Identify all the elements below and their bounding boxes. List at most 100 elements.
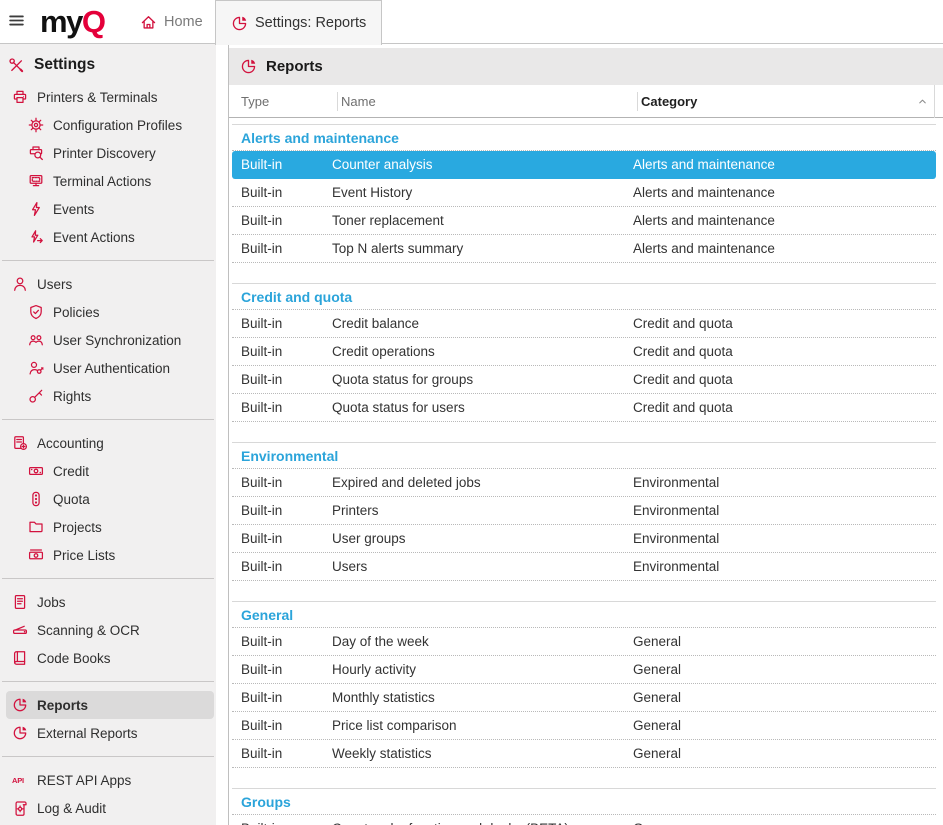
hamburger-icon[interactable] bbox=[8, 12, 25, 29]
table-row[interactable]: Built-inWeekly statisticsGeneral bbox=[232, 740, 936, 768]
table-row[interactable]: Built-inHourly activityGeneral bbox=[232, 656, 936, 684]
sidebar-item-events[interactable]: Events bbox=[6, 195, 214, 223]
sort-ascending-icon[interactable] bbox=[916, 95, 929, 108]
cell-category: Environmental bbox=[633, 475, 936, 490]
pie-chart-icon bbox=[231, 15, 248, 32]
cell-type: Built-in bbox=[232, 531, 332, 546]
sidebar-item-label: Price Lists bbox=[53, 548, 115, 563]
cell-category: Credit and quota bbox=[633, 372, 936, 387]
table-row[interactable]: Built-inCounters by function and duplex(… bbox=[232, 815, 936, 825]
sidebar-divider bbox=[2, 260, 214, 261]
sidebar-item-event-actions[interactable]: Event Actions bbox=[6, 223, 214, 251]
table-header: Type Name Category bbox=[229, 85, 943, 118]
sidebar-item-user-authentication[interactable]: User Authentication bbox=[6, 354, 214, 382]
table-right-divider bbox=[934, 85, 935, 118]
report-groups: Alerts and maintenanceBuilt-inCounter an… bbox=[232, 124, 936, 825]
sidebar-item-label: Configuration Profiles bbox=[53, 118, 182, 133]
sidebar-item-label: Log & Audit bbox=[37, 801, 106, 816]
sidebar-item-printer-discovery[interactable]: Printer Discovery bbox=[6, 139, 214, 167]
sidebar-item-log-audit[interactable]: Log & Audit bbox=[6, 794, 214, 822]
sidebar-item-jobs[interactable]: Jobs bbox=[6, 588, 214, 616]
sidebar-item-label: User Synchronization bbox=[53, 333, 181, 348]
sidebar-item-printers-terminals[interactable]: Printers & Terminals bbox=[6, 83, 214, 111]
cell-category: Alerts and maintenance bbox=[633, 213, 936, 228]
table-row[interactable]: Built-inExpired and deleted jobsEnvironm… bbox=[232, 469, 936, 497]
table-row[interactable]: Built-inQuota status for groupsCredit an… bbox=[232, 366, 936, 394]
cell-name: Credit operations bbox=[332, 344, 633, 359]
scroll-icon bbox=[12, 800, 28, 816]
table-row[interactable]: Built-inMonthly statisticsGeneral bbox=[232, 684, 936, 712]
table-row[interactable]: Built-inPrintersEnvironmental bbox=[232, 497, 936, 525]
logo-text-black: my bbox=[40, 4, 82, 39]
sidebar-item-users[interactable]: Users bbox=[6, 270, 214, 298]
column-header-category[interactable]: Category bbox=[641, 94, 697, 109]
sidebar-item-code-books[interactable]: Code Books bbox=[6, 644, 214, 672]
sidebar-item-rights[interactable]: Rights bbox=[6, 382, 214, 410]
terminal-icon bbox=[28, 173, 44, 189]
table-row[interactable]: Built-inCredit operationsCredit and quot… bbox=[232, 338, 936, 366]
sidebar-item-price-lists[interactable]: Price Lists bbox=[6, 541, 214, 569]
cell-category: General bbox=[633, 690, 936, 705]
cell-name: Counter analysis bbox=[332, 157, 633, 172]
cell-name: Expired and deleted jobs bbox=[332, 475, 633, 490]
sidebar-item-user-synchronization[interactable]: User Synchronization bbox=[6, 326, 214, 354]
sidebar-item-policies[interactable]: Policies bbox=[6, 298, 214, 326]
sidebar-item-rest-api-apps[interactable]: APIREST API Apps bbox=[6, 766, 214, 794]
cell-category: Environmental bbox=[633, 559, 936, 574]
table-row[interactable]: Built-inEvent HistoryAlerts and maintena… bbox=[232, 179, 936, 207]
sidebar-item-scanning-ocr[interactable]: Scanning & OCR bbox=[6, 616, 214, 644]
cell-type: Built-in bbox=[232, 344, 332, 359]
cell-type: Built-in bbox=[232, 559, 332, 574]
cell-category: General bbox=[633, 634, 936, 649]
table-row[interactable]: Built-inCredit balanceCredit and quota bbox=[232, 310, 936, 338]
sidebar-item-label: Quota bbox=[53, 492, 90, 507]
tab-home[interactable]: Home bbox=[140, 0, 203, 44]
table-row[interactable]: Built-inCounter analysisAlerts and maint… bbox=[232, 151, 936, 179]
table-row[interactable]: Built-inDay of the weekGeneral bbox=[232, 628, 936, 656]
column-divider bbox=[337, 92, 338, 111]
api-icon: API bbox=[12, 772, 28, 788]
cell-name: Price list comparison bbox=[332, 718, 633, 733]
cell-category: Alerts and maintenance bbox=[633, 185, 936, 200]
gear-icon bbox=[28, 117, 44, 133]
sidebar-item-projects[interactable]: Projects bbox=[6, 513, 214, 541]
sidebar-item-terminal-actions[interactable]: Terminal Actions bbox=[6, 167, 214, 195]
table-row[interactable]: Built-inQuota status for usersCredit and… bbox=[232, 394, 936, 422]
cell-name: Counters by function and duplex(BETA) bbox=[332, 821, 633, 825]
sidebar-item-quota[interactable]: Quota bbox=[6, 485, 214, 513]
page-header: Reports bbox=[229, 48, 943, 85]
pie-chart-icon bbox=[12, 725, 28, 741]
table-row[interactable]: Built-inPrice list comparisonGeneral bbox=[232, 712, 936, 740]
table-row[interactable]: Built-inUser groupsEnvironmental bbox=[232, 525, 936, 553]
sidebar-item-external-reports[interactable]: External Reports bbox=[6, 719, 214, 747]
tab-settings-reports[interactable]: Settings: Reports bbox=[215, 0, 382, 45]
sidebar-item-accounting[interactable]: Accounting bbox=[6, 429, 214, 457]
sidebar-item-credit[interactable]: Credit bbox=[6, 457, 214, 485]
sidebar-item-reports[interactable]: Reports bbox=[6, 691, 214, 719]
user-icon bbox=[12, 276, 28, 292]
reports-panel: Reports Type Name Category Alerts and ma… bbox=[228, 44, 943, 825]
sidebar-item-label: Scanning & OCR bbox=[37, 623, 140, 638]
key-icon bbox=[28, 388, 44, 404]
lightning-arrow-icon bbox=[28, 229, 44, 245]
cell-category: Alerts and maintenance bbox=[633, 241, 936, 256]
user-key-icon bbox=[28, 360, 44, 376]
cell-type: Built-in bbox=[232, 503, 332, 518]
book-icon bbox=[12, 650, 28, 666]
sidebar-item-configuration-profiles[interactable]: Configuration Profiles bbox=[6, 111, 214, 139]
sidebar-divider bbox=[2, 578, 214, 579]
cell-type: Built-in bbox=[232, 718, 332, 733]
cell-type: Built-in bbox=[232, 157, 332, 172]
myq-logo: myQ bbox=[40, 4, 104, 40]
column-header-type[interactable]: Type bbox=[241, 94, 269, 109]
cell-type: Built-in bbox=[232, 746, 332, 761]
price-list-icon bbox=[28, 547, 44, 563]
cell-category: Credit and quota bbox=[633, 316, 936, 331]
table-row[interactable]: Built-inUsersEnvironmental bbox=[232, 553, 936, 581]
cell-category: General bbox=[633, 662, 936, 677]
report-group-title: Groups bbox=[232, 789, 936, 815]
printer-icon bbox=[12, 89, 28, 105]
column-header-name[interactable]: Name bbox=[341, 94, 376, 109]
table-row[interactable]: Built-inToner replacementAlerts and main… bbox=[232, 207, 936, 235]
table-row[interactable]: Built-inTop N alerts summaryAlerts and m… bbox=[232, 235, 936, 263]
